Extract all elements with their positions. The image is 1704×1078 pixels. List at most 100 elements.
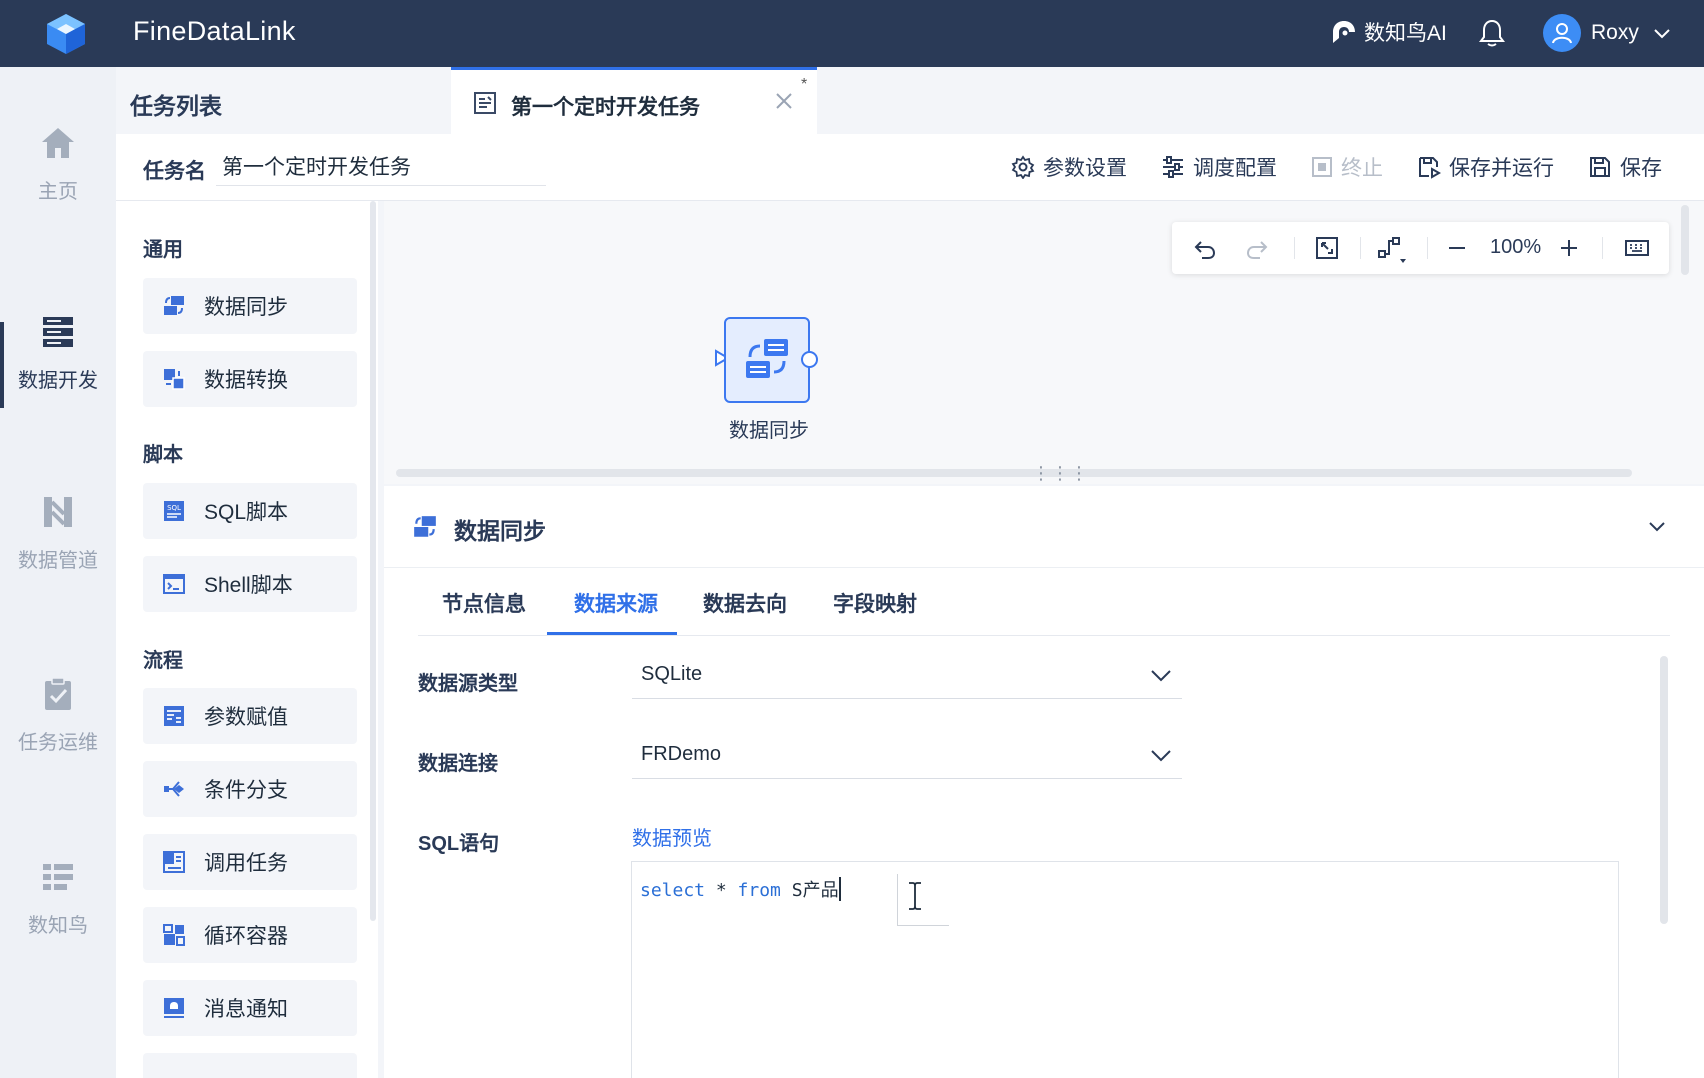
palette-item-loop-container[interactable]: 循环容器 (143, 907, 357, 963)
nav-item-data-dev[interactable]: 数据开发 (0, 314, 116, 408)
tab-data-target[interactable]: 数据去向 (703, 588, 787, 618)
nav-item-data-pipeline[interactable]: 数据管道 (0, 494, 116, 573)
unsaved-marker: * (801, 76, 808, 93)
workflow-node-data-sync[interactable] (724, 317, 810, 403)
palette-item-sql-script[interactable]: SQL SQL脚本 (143, 483, 357, 539)
palette-item-label: 调用任务 (204, 852, 288, 875)
task-list-title[interactable]: 任务列表 (130, 87, 222, 121)
panel-resize-handle[interactable]: ⋮⋮⋮ (1032, 464, 1089, 482)
param-settings-button[interactable]: 参数设置 (1011, 152, 1127, 182)
text-cursor-icon (909, 882, 921, 910)
zoom-out-icon[interactable] (1444, 235, 1470, 261)
shell-script-icon (163, 574, 185, 594)
workflow-canvas[interactable]: 100% 数据同步 ⋮⋮⋮ (384, 201, 1704, 484)
palette-item-param-assign[interactable]: 参数赋值 (143, 688, 357, 744)
tab-data-source[interactable]: 数据来源 (574, 588, 658, 618)
ai-assistant-button[interactable]: 数知鸟AI (1330, 17, 1447, 47)
tab-task-editor[interactable]: 第一个定时开发任务 * (451, 67, 817, 134)
sql-code-text: * (705, 880, 738, 901)
nav-item-shuzhiniao[interactable]: 数知鸟 (0, 859, 116, 938)
nav-item-task-ops[interactable]: 任务运维 (0, 676, 116, 755)
source-type-select[interactable]: SQLite (632, 653, 1182, 699)
param-assign-icon (164, 706, 184, 726)
palette-item-label: 数据同步 (204, 296, 288, 319)
tab-field-mapping[interactable]: 字段映射 (833, 588, 917, 618)
user-name: Roxy (1591, 21, 1639, 44)
properties-header: 数据同步 (384, 486, 1704, 568)
svg-text:SQL: SQL (167, 504, 181, 512)
palette-item-label: SQL脚本 (204, 501, 289, 524)
node-output-port[interactable] (801, 351, 818, 368)
toolbar-divider (1294, 237, 1295, 259)
palette-item-label: 消息通知 (204, 998, 288, 1021)
sql-code-line: select * from S产品 (640, 876, 841, 902)
sql-keyword-select: select (640, 880, 706, 901)
top-bar: FineDataLink 数知鸟AI Roxy (0, 0, 1704, 67)
palette-item-call-task[interactable]: 调用任务 (143, 834, 357, 890)
palette-item-message-notify[interactable]: 消息通知 (143, 980, 357, 1036)
connection-select[interactable]: FRDemo (632, 733, 1182, 779)
data-sync-icon (746, 339, 788, 378)
schedule-config-label: 调度配置 (1193, 157, 1277, 180)
data-transform-icon (164, 369, 185, 390)
toolbar-divider (1360, 237, 1361, 259)
user-menu[interactable]: Roxy (1543, 14, 1673, 52)
nav-item-home[interactable]: 主页 (0, 125, 116, 204)
collapse-chevron-icon[interactable] (1646, 516, 1668, 538)
zoom-level: 100% (1490, 236, 1542, 258)
home-icon (42, 128, 74, 158)
branch-icon (164, 781, 184, 797)
stop-label: 终止 (1341, 157, 1383, 180)
node-label: 数据同步 (729, 420, 809, 442)
message-notify-icon (164, 998, 184, 1018)
connection-label: 数据连接 (418, 753, 498, 775)
stop-button[interactable]: 终止 (1311, 152, 1383, 182)
properties-scrollbar[interactable] (1660, 656, 1668, 924)
canvas-horizontal-scrollbar[interactable] (396, 469, 1632, 477)
task-name-input[interactable] (216, 146, 546, 186)
palette-scrollbar[interactable] (370, 201, 376, 921)
save-and-run-button[interactable]: 保存并运行 (1417, 152, 1554, 182)
node-properties-panel: 数据同步 节点信息 数据来源 数据去向 字段映射 数据源类型 SQLite 数据… (384, 486, 1704, 1078)
component-palette: 通用 数据同步 数据转换 脚本 SQL SQL脚本 Shell脚本 流程 参数赋… (116, 201, 378, 1078)
nav-label: 数知鸟 (28, 915, 88, 937)
source-type-label: 数据源类型 (418, 673, 518, 695)
layout-connector-icon[interactable] (1376, 235, 1408, 265)
palette-item-condition-branch[interactable]: 条件分支 (143, 761, 357, 817)
chevron-down-icon (1151, 670, 1171, 682)
keyboard-icon[interactable] (1624, 235, 1650, 261)
palette-item-data-transform[interactable]: 数据转换 (143, 351, 357, 407)
palette-item-more[interactable] (143, 1053, 357, 1078)
properties-title: 数据同步 (454, 518, 546, 544)
fit-view-icon[interactable] (1314, 235, 1340, 261)
ime-candidate-box (897, 874, 949, 926)
redo-icon[interactable] (1244, 235, 1270, 261)
canvas-vertical-scrollbar[interactable] (1681, 205, 1689, 275)
sql-script-icon: SQL (164, 501, 184, 521)
app-logo-icon[interactable] (42, 12, 90, 56)
undo-icon[interactable] (1192, 235, 1218, 261)
palette-item-shell-script[interactable]: Shell脚本 (143, 556, 357, 612)
sql-code-text: S产品 (780, 880, 839, 901)
schedule-config-button[interactable]: 调度配置 (1161, 152, 1277, 182)
ai-bird-icon (1333, 21, 1355, 43)
nav-label: 任务运维 (18, 732, 98, 754)
canvas-toolbar: 100% (1172, 222, 1669, 274)
tab-node-info[interactable]: 节点信息 (442, 588, 526, 618)
nav-label: 数据管道 (18, 550, 98, 572)
chevron-down-icon (1654, 29, 1670, 39)
zoom-in-icon[interactable] (1556, 235, 1582, 261)
left-nav: 主页 数据开发 数据管道 任务运维 数知鸟 (0, 67, 116, 1078)
data-preview-link[interactable]: 数据预览 (632, 822, 712, 851)
save-button[interactable]: 保存 (1588, 152, 1662, 182)
data-pipeline-icon (44, 497, 72, 527)
close-icon[interactable] (773, 90, 795, 112)
param-settings-label: 参数设置 (1043, 157, 1127, 180)
notification-bell-icon[interactable] (1478, 18, 1506, 48)
palette-item-data-sync[interactable]: 数据同步 (143, 278, 357, 334)
data-sync-icon (164, 296, 184, 315)
save-icon (1590, 157, 1610, 177)
sql-editor[interactable]: select * from S产品 (631, 861, 1619, 1078)
palette-group-script: 脚本 (143, 444, 183, 466)
gear-icon (1011, 155, 1035, 179)
